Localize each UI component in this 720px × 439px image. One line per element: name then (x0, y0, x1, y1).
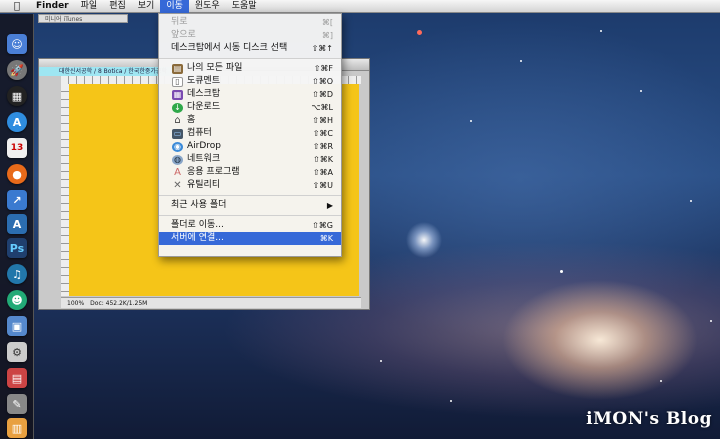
go-menu-dropdown: 뒤로 ⌘[ 앞으로 ⌘] 데스크탑에서 시동 디스크 선택 ⇧⌘↑ ▤ 나의 모… (158, 13, 342, 257)
menu-item-connect-to-server[interactable]: 서버에 연결... ⌘K (159, 232, 341, 245)
finder-dock-icon[interactable]: ☺ (7, 34, 27, 54)
menu-app-finder[interactable]: Finder (30, 0, 75, 13)
star (380, 360, 382, 362)
menu-item-computer[interactable]: ▭ 컴퓨터 ⇧⌘C (159, 127, 341, 140)
menu-file[interactable]: 파일 (75, 0, 104, 13)
menu-separator (159, 215, 341, 216)
menu-go[interactable]: 이동 (160, 0, 189, 13)
menu-help[interactable]: 도움말 (226, 0, 263, 13)
menu-item-forward[interactable]: 앞으로 ⌘] (159, 29, 341, 42)
dock: ☺ 🚀 ▦ A 13 ● ↗ A Ps ♫ ☻ ▣ ⚙ ▤ ✎ ▥ (0, 14, 34, 439)
menu-separator (159, 195, 341, 196)
star (417, 30, 422, 35)
blog-watermark: iMON's Blog (586, 409, 712, 429)
menu-window[interactable]: 윈도우 (189, 0, 226, 13)
star (560, 270, 563, 273)
star (520, 60, 522, 62)
firefox-dock-icon[interactable]: ● (7, 164, 27, 184)
photoshop-dock-icon[interactable]: Ps (7, 238, 27, 258)
menu-edit[interactable]: 편집 (103, 0, 132, 13)
menu-item-downloads[interactable]: ↓ 다운로드 ⌥⌘L (159, 101, 341, 114)
star (660, 380, 662, 382)
menu-item-documents[interactable]: ▯ 도큐멘트 ⇧⌘O (159, 75, 341, 88)
menu-item-back[interactable]: 뒤로 ⌘[ (159, 16, 341, 29)
script-dock-icon[interactable]: ✎ (7, 394, 27, 414)
itunes-window-tab[interactable]: 미니어 iTunes (38, 14, 128, 23)
desktop-icon: ▦ (172, 89, 183, 100)
menu-item-enclosing-folder[interactable]: 데스크탑에서 시동 디스크 선택 ⇧⌘↑ (159, 42, 341, 55)
calendar-dock-icon[interactable]: 13 (7, 138, 27, 158)
messenger-dock-icon[interactable]: ☻ (7, 290, 27, 310)
doc-size: Doc: 452.2K/1.25M (90, 300, 148, 307)
network-icon: ◍ (172, 154, 183, 165)
app-dock-icon[interactable]: ▤ (7, 368, 27, 388)
system-prefs-dock-icon[interactable]: ▣ (7, 316, 27, 336)
menu-separator (159, 58, 341, 59)
menu-item-recent-folders[interactable]: 최근 사용 폴더 ▶ (159, 199, 341, 212)
menu-item-desktop[interactable]: ▦ 데스크탑 ⇧⌘D (159, 88, 341, 101)
menu-item-airdrop[interactable]: ◉ AirDrop ⇧⌘R (159, 140, 341, 153)
menu-view[interactable]: 보기 (132, 0, 161, 13)
downloads-icon: ↓ (172, 102, 183, 113)
menu-bar:  Finder 파일 편집 보기 이동 윈도우 도움말 (0, 0, 720, 13)
computer-icon: ▭ (172, 128, 183, 139)
utility-dock-icon[interactable]: ⚙ (7, 342, 27, 362)
mission-control-dock-icon[interactable]: ▦ (7, 86, 27, 106)
vertical-ruler (61, 84, 69, 296)
applications-icon: A (174, 167, 181, 178)
apple-menu-icon[interactable]:  (10, 1, 24, 12)
menu-item-network[interactable]: ◍ 네트워크 ⇧⌘K (159, 153, 341, 166)
preview-dock-icon[interactable]: A (7, 214, 27, 234)
star (450, 400, 452, 402)
itunes-dock-icon[interactable]: ♫ (7, 264, 27, 284)
home-icon: ⌂ (174, 115, 181, 126)
star (600, 30, 602, 32)
launchpad-dock-icon[interactable]: 🚀 (7, 60, 27, 80)
airdrop-icon: ◉ (172, 141, 183, 152)
document-statusbar: 100% Doc: 452.2K/1.25M (61, 297, 361, 308)
star (470, 120, 472, 122)
menu-item-applications[interactable]: A 응용 프로그램 ⇧⌘A (159, 166, 341, 179)
star (690, 200, 692, 202)
charts-dock-icon[interactable]: ▥ (7, 418, 27, 438)
star (710, 320, 712, 322)
menu-item-utilities[interactable]: ✕ 유틸리티 ⇧⌘U (159, 179, 341, 192)
menu-item-home[interactable]: ⌂ 홈 ⇧⌘H (159, 114, 341, 127)
menu-item-all-my-files[interactable]: ▤ 나의 모든 파일 ⇧⌘F (159, 62, 341, 75)
utilities-icon: ✕ (173, 180, 182, 191)
menu-item-go-to-folder[interactable]: 폴더로 이동... ⇧⌘G (159, 219, 341, 232)
star (640, 90, 642, 92)
documents-icon: ▯ (172, 76, 183, 87)
xcode-dock-icon[interactable]: ↗ (7, 190, 27, 210)
submenu-arrow-icon: ▶ (326, 201, 333, 210)
app-store-dock-icon[interactable]: A (7, 112, 27, 132)
all-files-icon: ▤ (172, 63, 183, 74)
zoom-level[interactable]: 100% (67, 298, 84, 308)
